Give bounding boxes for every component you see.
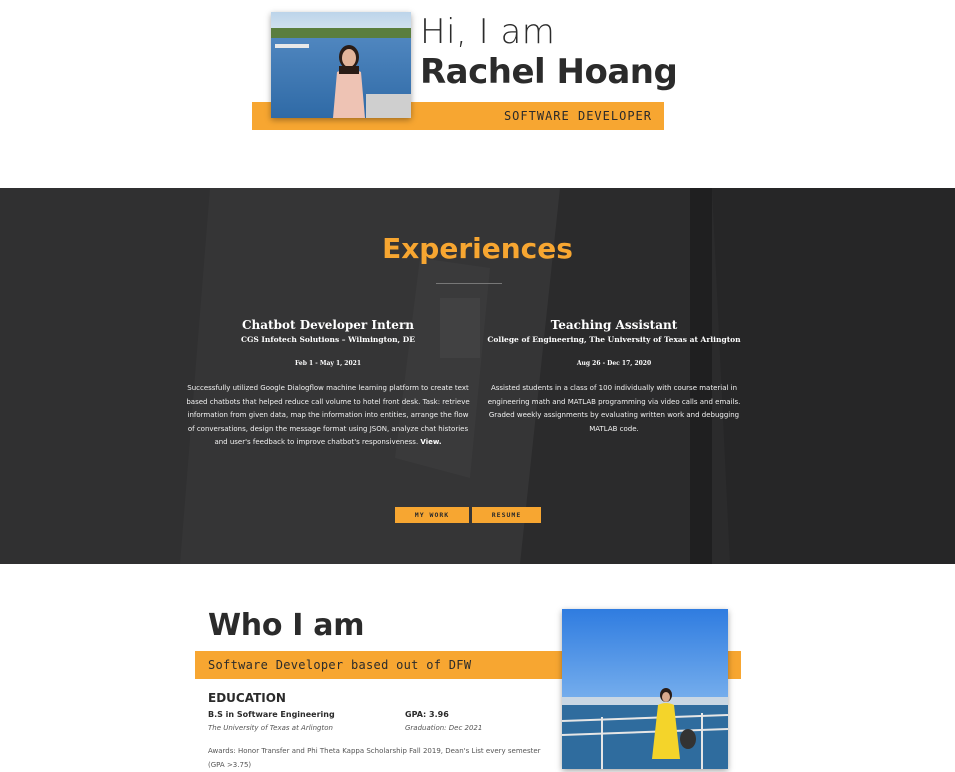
- job-organization: College of Engineering, The University o…: [487, 335, 741, 344]
- experience-card: Chatbot Developer Intern CGS Infotech So…: [186, 318, 470, 450]
- education-degree: B.S in Software Engineering: [208, 710, 335, 719]
- experiences-section: Experiences Chatbot Developer Intern CGS…: [0, 188, 955, 564]
- job-description: Successfully utilized Google Dialogflow …: [186, 382, 470, 450]
- about-title: Who I am: [208, 608, 365, 643]
- job-dates: Feb 1 - May 1, 2021: [294, 360, 362, 367]
- education-heading: EDUCATION: [208, 691, 286, 705]
- education-graduation: Graduation: Dec 2021: [405, 724, 483, 732]
- resume-button[interactable]: RESUME: [472, 507, 541, 523]
- education-gpa: GPA: 3.96: [405, 710, 449, 719]
- education-school: The University of Texas at Arlington: [208, 724, 333, 732]
- job-title: Chatbot Developer Intern: [241, 318, 414, 332]
- job-dates: Aug 26 - Dec 17, 2020: [576, 360, 652, 367]
- about-photo: [562, 609, 728, 769]
- job-description-text: Successfully utilized Google Dialogflow …: [186, 384, 470, 446]
- hero-name: Rachel Hoang: [420, 52, 678, 92]
- about-section: Who I am Software Developer based out of…: [0, 564, 955, 769]
- my-work-button[interactable]: MY WORK: [395, 507, 469, 523]
- about-subtitle: Software Developer based out of DFW: [208, 658, 472, 672]
- job-title: Teaching Assistant: [550, 318, 678, 332]
- hero-role: SOFTWARE DEVELOPER: [503, 109, 652, 123]
- hero-greeting: Hi, I am: [420, 12, 556, 52]
- hero-section: Hi, I am Rachel Hoang SOFTWARE DEVELOPER: [0, 0, 955, 188]
- profile-photo: [271, 12, 411, 118]
- experiences-title: Experiences: [382, 232, 573, 265]
- job-organization: CGS Infotech Solutions – Wilmington, DE: [241, 335, 415, 344]
- view-link[interactable]: View.: [420, 438, 441, 446]
- experiences-divider: [436, 283, 502, 284]
- experience-card: Teaching Assistant College of Engineerin…: [484, 318, 744, 436]
- job-description: Assisted students in a class of 100 indi…: [487, 384, 741, 433]
